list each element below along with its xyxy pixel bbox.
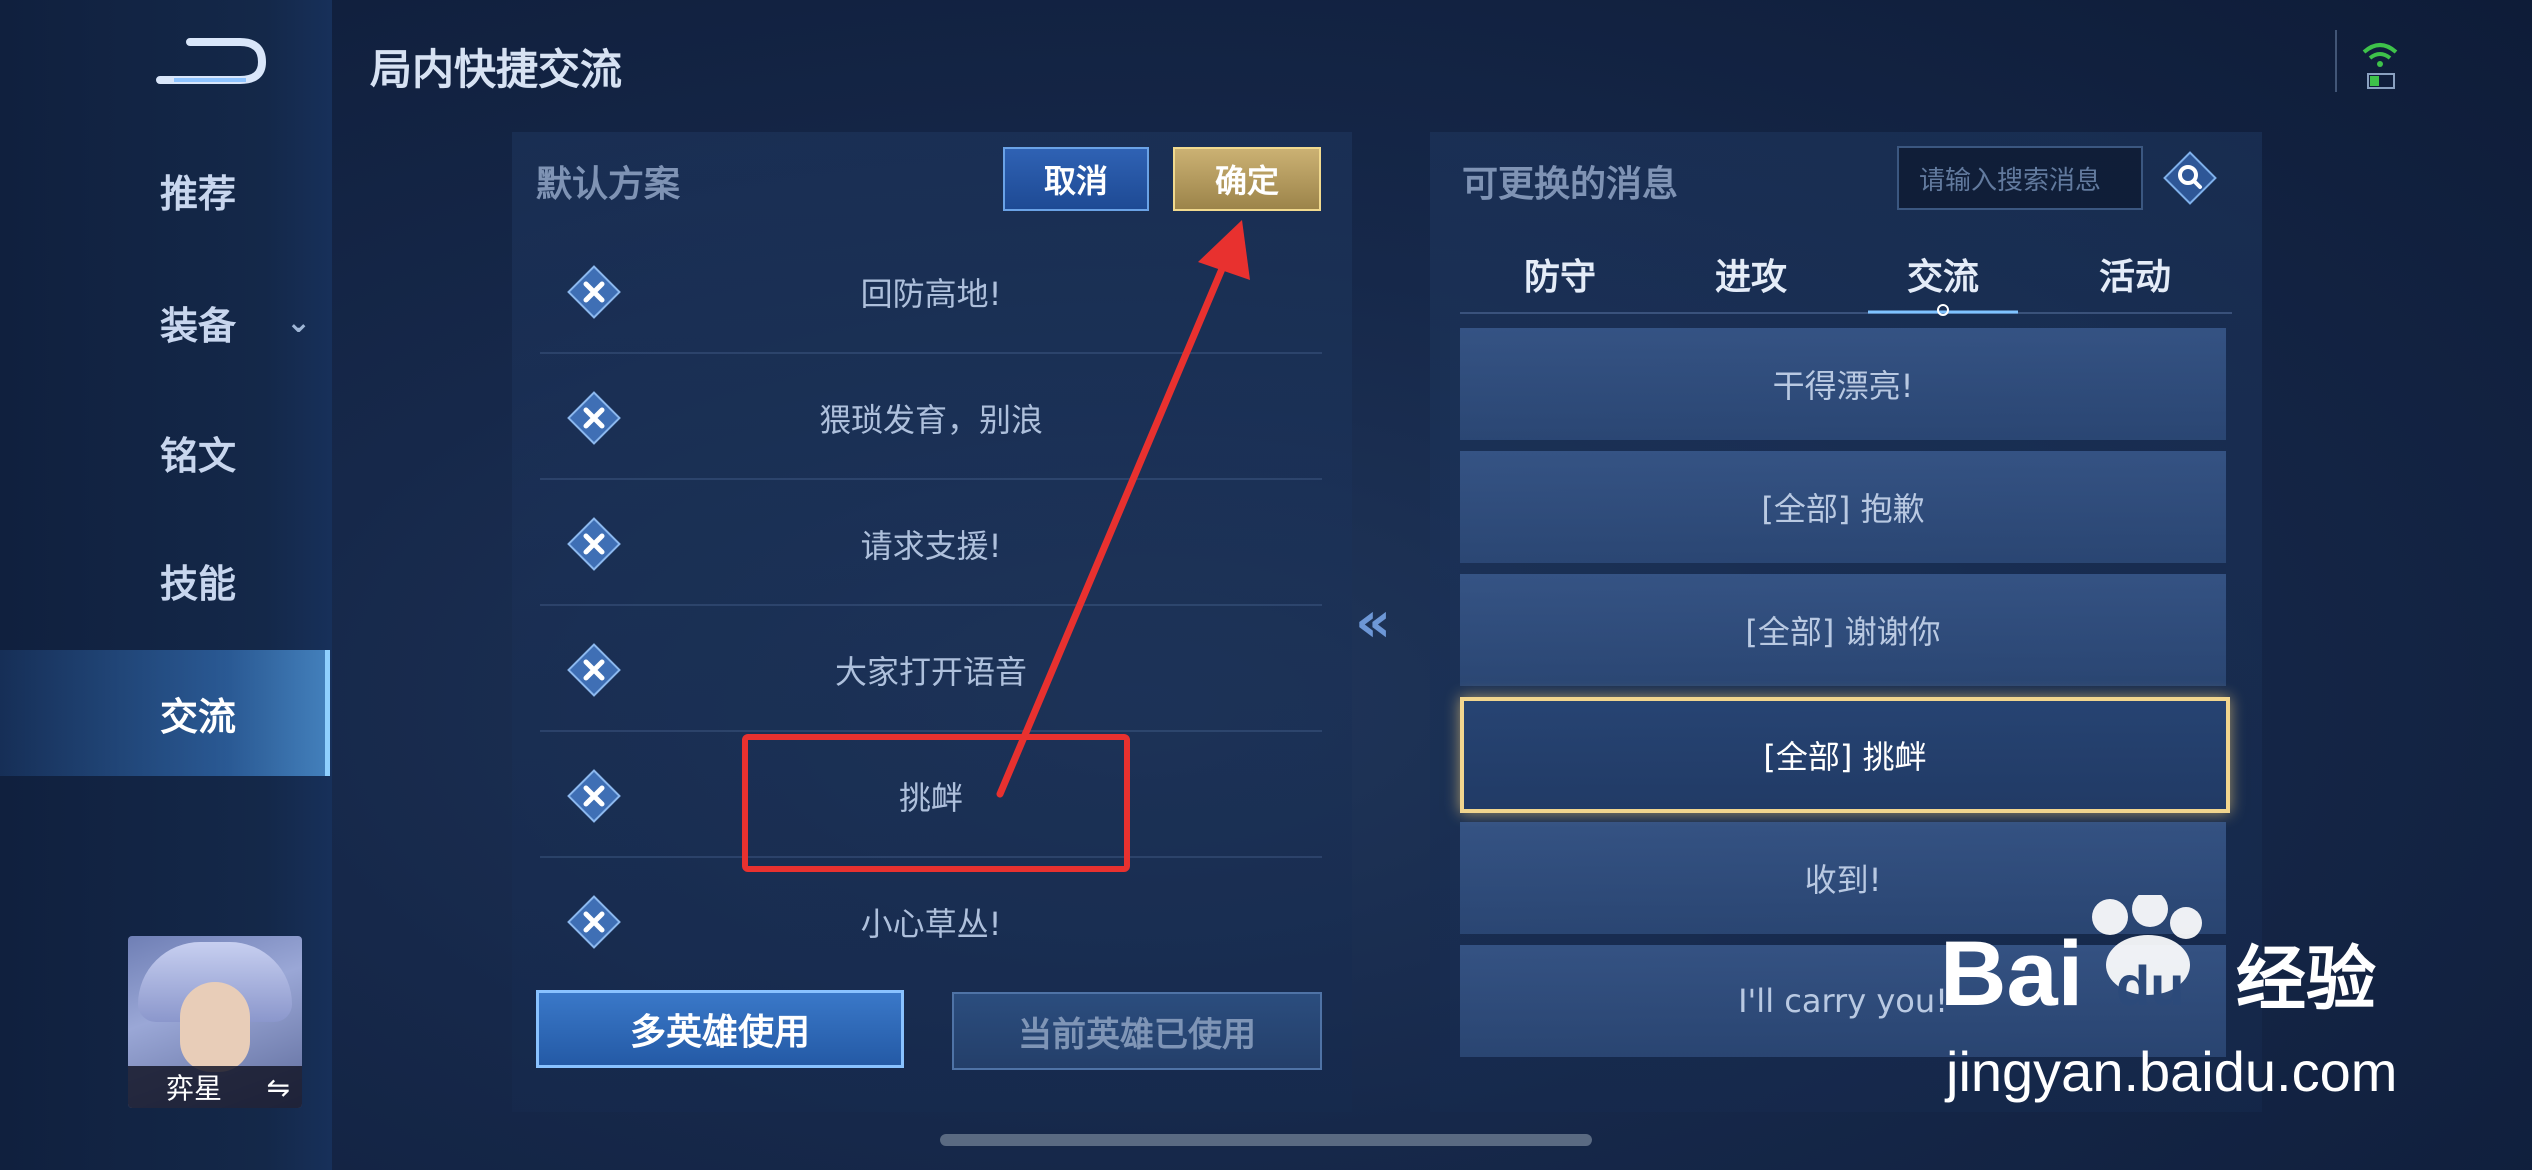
active-tab-indicator xyxy=(1868,304,2018,316)
swap-hero-icon[interactable]: ⇋ xyxy=(267,1071,290,1104)
message-text: 小心草丛! xyxy=(860,905,1002,943)
baidu-jingyan-watermark: Bai du 经验 jingyan.baidu.com xyxy=(1940,895,2397,1103)
sidebar-item-label: 交流 xyxy=(160,694,237,739)
sidebar-item-skills[interactable]: 技能 xyxy=(0,530,330,630)
hero-face xyxy=(180,982,250,1072)
sidebar-item-recommend[interactable]: 推荐 xyxy=(0,140,330,240)
tab-communication[interactable]: 交流 xyxy=(1848,246,2038,302)
option-item[interactable]: [全部] 谢谢你 xyxy=(1460,574,2226,686)
watermark-brand-du: du xyxy=(2116,954,2184,1017)
watermark-url: jingyan.baidu.com xyxy=(1944,1040,2397,1103)
sidebar-item-label: 推荐 xyxy=(160,171,237,216)
option-item-selected[interactable]: [全部] 挑衅 xyxy=(1460,697,2230,813)
sidebar-item-communication[interactable]: 交流 xyxy=(0,650,330,776)
tab-attack[interactable]: 进攻 xyxy=(1656,246,1846,302)
tab-activity[interactable]: 活动 xyxy=(2040,246,2230,302)
confirm-button[interactable]: 确定 xyxy=(1173,147,1321,211)
wifi-battery-icon xyxy=(2362,43,2398,89)
hero-name-bar: 弈星 ⇋ xyxy=(128,1066,302,1108)
replaceable-messages-heading: 可更换的消息 xyxy=(1462,164,1679,205)
search-icon[interactable] xyxy=(2162,150,2218,206)
tabs-divider xyxy=(1460,312,2232,314)
chevron-down-icon: ⌄ xyxy=(286,304,312,340)
list-item[interactable]: 小心草丛! xyxy=(540,860,1322,984)
search-input[interactable]: 请输入搜索消息 xyxy=(1897,146,2143,210)
sidebar-item-label: 技能 xyxy=(160,561,237,606)
hero-avatar[interactable]: 弈星 ⇋ xyxy=(128,936,302,1108)
option-item[interactable]: 干得漂亮! xyxy=(1460,328,2226,440)
home-indicator[interactable] xyxy=(940,1134,1592,1146)
watermark-suffix: 经验 xyxy=(2236,938,2376,1020)
hero-name: 弈星 xyxy=(166,1072,223,1105)
annotation-arrow xyxy=(996,220,1250,798)
current-hero-used-button[interactable]: 当前英雄已使用 xyxy=(952,992,1322,1070)
sidebar-item-inscription[interactable]: 铭文 xyxy=(0,402,330,502)
option-item[interactable]: [全部] 抱歉 xyxy=(1460,451,2226,563)
default-scheme-heading: 默认方案 xyxy=(536,164,681,205)
sidebar-item-equipment[interactable]: 装备 ⌄ xyxy=(0,272,330,372)
multi-hero-use-button[interactable]: 多英雄使用 xyxy=(536,990,904,1068)
back-arrow-icon[interactable] xyxy=(150,30,270,90)
sidebar-item-label: 铭文 xyxy=(160,433,237,478)
page-title: 局内快捷交流 xyxy=(370,45,623,94)
cancel-button[interactable]: 取消 xyxy=(1003,147,1149,211)
watermark-brand: Bai xyxy=(1940,923,2083,1025)
double-chevron-left-icon[interactable]: « xyxy=(1355,590,1391,655)
header-divider xyxy=(2335,30,2337,92)
tab-defense[interactable]: 防守 xyxy=(1465,246,1655,302)
sidebar-item-label: 装备 xyxy=(160,303,237,348)
